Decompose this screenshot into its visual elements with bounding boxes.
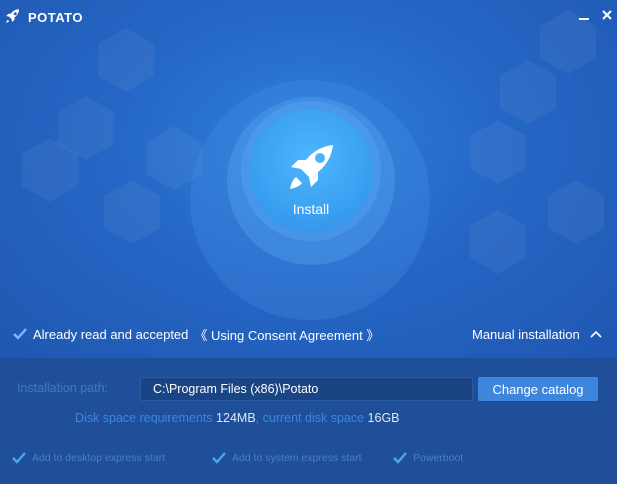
agreement-checkbox[interactable] (13, 327, 27, 341)
powerboot-option[interactable]: Powerboot (393, 450, 463, 466)
disk-separator: , (255, 411, 260, 425)
disk-required-value: 124MB (216, 411, 256, 425)
hex-decoration (470, 120, 526, 184)
system-shortcut-option[interactable]: Add to system express start (212, 450, 362, 466)
app-title: POTATO (4, 8, 83, 26)
install-path-field[interactable]: C:\Program Files (x86)\Potato (140, 377, 473, 401)
powerboot-label: Powerboot (413, 452, 464, 464)
minimize-icon (579, 18, 589, 20)
installer-window: POTATO Install Already read and accepted… (0, 0, 617, 484)
close-button[interactable] (598, 6, 616, 24)
system-shortcut-label: Add to system express start (232, 452, 362, 464)
install-path-label: Installation path: (17, 381, 109, 395)
hero-panel: POTATO Install Already read and accepted… (0, 0, 617, 358)
install-label: Install (292, 201, 330, 217)
hex-decoration (104, 180, 160, 244)
hex-decoration (500, 60, 556, 124)
agreement-row: Already read and accepted 《 Using Consen… (13, 325, 379, 343)
change-catalog-button[interactable]: Change catalog (478, 377, 598, 401)
check-icon (12, 452, 26, 464)
close-icon (602, 10, 612, 20)
app-title-text: POTATO (28, 9, 83, 25)
disk-space-info: Disk space requirements 124MB, current d… (75, 411, 400, 425)
check-icon (212, 452, 226, 464)
manual-installation-label: Manual installation (472, 326, 580, 342)
check-icon (393, 452, 407, 464)
install-button[interactable]: Install (249, 109, 373, 233)
check-icon (13, 328, 27, 340)
consent-agreement-link[interactable]: 《 Using Consent Agreement 》 (194, 325, 379, 344)
disk-current-value: 16GB (367, 411, 400, 425)
rocket-icon (290, 145, 333, 189)
hex-decoration (548, 180, 604, 244)
disk-required-label: Disk space requirements (75, 411, 213, 425)
hex-decoration (470, 210, 526, 274)
desktop-shortcut-label: Add to desktop express start (32, 452, 166, 464)
agreement-text: Already read and accepted (33, 326, 189, 342)
chevron-up-icon (590, 330, 602, 338)
rocket-logo-icon (4, 7, 22, 28)
desktop-shortcut-option[interactable]: Add to desktop express start (12, 450, 165, 466)
minimize-button[interactable] (575, 6, 593, 24)
manual-installation-toggle[interactable]: Manual installation (472, 325, 602, 343)
hex-decoration (98, 28, 154, 92)
disk-current-label: current disk space (262, 411, 365, 425)
